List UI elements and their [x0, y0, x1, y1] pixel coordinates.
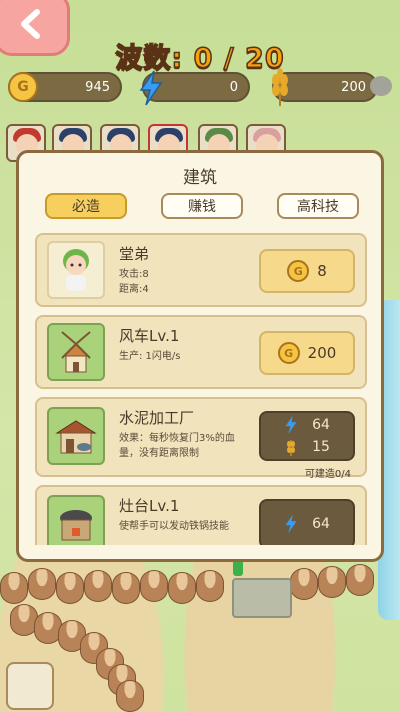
- energy-cost: 64: [312, 516, 330, 532]
- coin-icon: G: [287, 260, 310, 282]
- baby-unit[interactable]: [6, 662, 54, 710]
- building-name: 风车Lv.1: [119, 327, 180, 345]
- energy-amount: 0: [229, 79, 238, 95]
- coin-icon: G: [8, 72, 38, 102]
- modal-title: 建筑: [183, 168, 217, 188]
- rock: [370, 76, 392, 96]
- wheat-amount: 200: [341, 79, 366, 95]
- wheat-icon: [272, 68, 288, 106]
- factory-icon: [47, 407, 105, 465]
- coin-counter: G 945: [8, 72, 122, 102]
- wave-counter: 波数: 0 / 20: [115, 42, 285, 75]
- buy-button[interactable]: G 8: [259, 249, 355, 293]
- lightning-icon: [285, 514, 297, 534]
- building-name: 水泥加工厂: [119, 409, 195, 427]
- stone-platform[interactable]: [232, 578, 292, 618]
- buy-button[interactable]: 64: [259, 499, 355, 545]
- building-card[interactable]: 堂弟 攻击:8 距离:4 G 8: [35, 233, 367, 307]
- buy-button[interactable]: G 200: [259, 331, 355, 375]
- building-list[interactable]: 堂弟 攻击:8 距离:4 G 8 风车Lv.1 生产: 1闪电/s G 200 …: [35, 233, 367, 545]
- coin-amount: 945: [85, 79, 110, 95]
- stove-icon: [47, 495, 105, 545]
- build-limit: 可建造0/4: [304, 469, 351, 480]
- building-name: 堂弟: [119, 245, 150, 263]
- build-modal: 建筑 必造 赚钱 高科技 堂弟 攻击:8 距离:4 G 8 风车Lv.1 生产:…: [16, 150, 384, 562]
- wheat-cost: 15: [312, 439, 330, 455]
- buy-button[interactable]: 64 15: [259, 411, 355, 461]
- lightning-icon: [139, 70, 163, 106]
- tab-required[interactable]: 必造: [45, 193, 127, 219]
- energy-cost: 64: [312, 417, 330, 433]
- tab-high-tech[interactable]: 高科技: [277, 193, 359, 219]
- lightning-icon: [285, 415, 297, 435]
- wheat-icon: [287, 440, 296, 456]
- energy-counter: 0: [139, 70, 250, 106]
- baby-icon: [47, 241, 105, 299]
- building-card[interactable]: 风车Lv.1 生产: 1闪电/s G 200: [35, 315, 367, 389]
- building-name: 灶台Lv.1: [119, 497, 180, 515]
- coin-icon: G: [277, 342, 300, 364]
- building-card[interactable]: 灶台Lv.1 使帮手可以发动铁锅技能 64: [35, 485, 367, 545]
- tab-earn-money[interactable]: 赚钱: [161, 193, 243, 219]
- wheat-counter: 200: [272, 68, 378, 106]
- price-value: 8: [317, 262, 327, 280]
- windmill-icon: [47, 323, 105, 381]
- building-card[interactable]: 水泥加工厂 效果：每秒恢复门3%的血 量，没有距离限制 64 15 可建造0/4: [35, 397, 367, 480]
- price-value: 200: [307, 344, 337, 362]
- plant-sprout: [233, 560, 243, 576]
